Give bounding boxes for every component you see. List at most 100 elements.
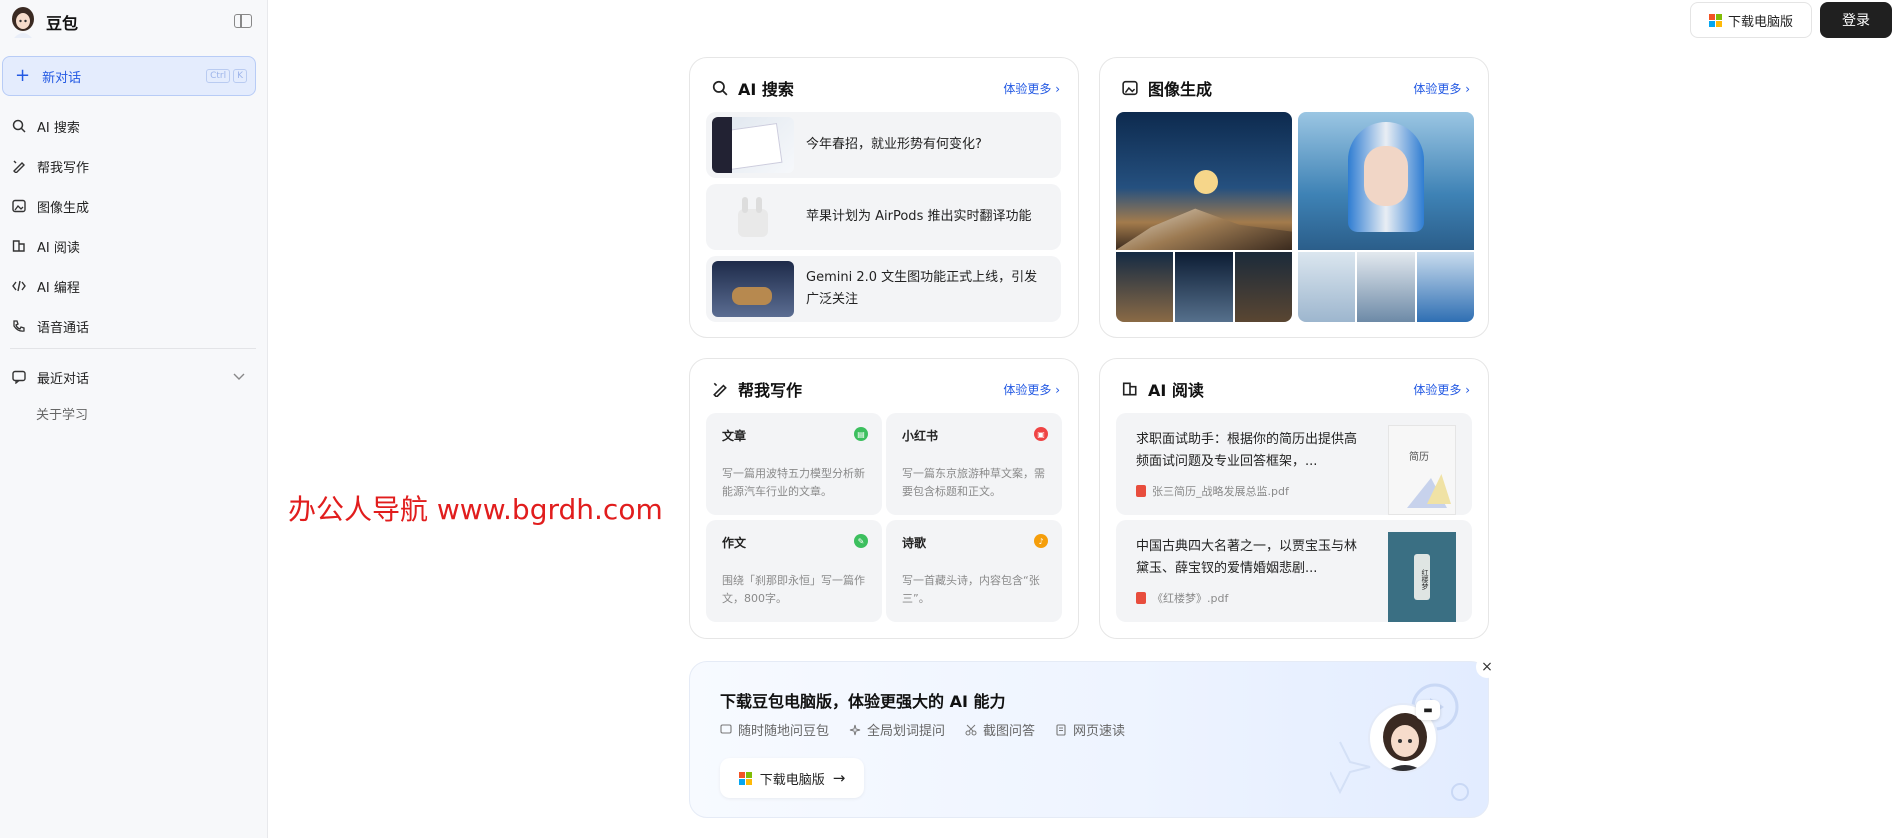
sidebar-item-label: AI 编程	[37, 280, 80, 296]
recent-chats-toggle[interactable]: 最近对话	[0, 357, 268, 397]
news-title: Gemini 2.0 文生图功能正式上线，引发广泛关注	[806, 270, 1038, 307]
writing-card: 帮我写作 体验更多 › 文章 ▤ 写一篇用波特五力模型分析新能源汽车行业的文章。…	[689, 358, 1079, 639]
writing-template-essay[interactable]: 作文 ✎ 围绕「刹那即永恒」写一篇作文，800字。	[706, 520, 882, 622]
news-item[interactable]: 今年春招，就业形势有何变化?	[706, 112, 1061, 178]
sample-image	[1175, 252, 1233, 322]
try-more-link[interactable]: 体验更多 ›	[1413, 80, 1470, 97]
image-gen-card: 图像生成 体验更多 ›	[1099, 57, 1489, 338]
resume-cover: 简历	[1388, 425, 1456, 515]
image-icon	[12, 199, 26, 213]
new-chat-button[interactable]: + 新对话 Ctrl K	[2, 56, 256, 96]
sidebar-item-reading[interactable]: AI 阅读	[0, 226, 268, 266]
shortcut-hint: Ctrl K	[206, 69, 247, 83]
image-sample-mountain-set[interactable]	[1116, 112, 1292, 322]
sample-image	[1417, 252, 1474, 322]
sidebar-item-coding[interactable]: AI 编程	[0, 266, 268, 306]
sidebar-nav: AI 搜索 帮我写作 图像生成 AI 阅读 AI 编程 语音通话	[0, 106, 268, 346]
writing-template-poem[interactable]: 诗歌 ♪ 写一首藏头诗，内容包含“张三”。	[886, 520, 1062, 622]
brand-name: 豆包	[46, 14, 79, 33]
banner-download-button[interactable]: 下载电脑版 →	[720, 758, 864, 798]
card-title: 图像生成	[1148, 80, 1213, 99]
download-desktop-button[interactable]: 下载电脑版	[1690, 2, 1812, 38]
pen-icon	[12, 159, 26, 173]
sidebar-toggle-icon[interactable]	[234, 14, 252, 28]
pdf-icon	[1136, 592, 1146, 604]
cover-label: 简历	[1409, 452, 1429, 463]
book-cover: 红楼梦	[1388, 532, 1456, 622]
template-desc: 写一首藏头诗，内容包含“张三”。	[902, 574, 1040, 605]
sidebar-item-label: 帮我写作	[37, 160, 90, 176]
ai-search-card: AI 搜索 体验更多 › 今年春招，就业形势有何变化? 苹果计划为 AirPod…	[689, 57, 1079, 338]
poem-badge-icon: ♪	[1034, 534, 1048, 548]
template-title: 诗歌	[902, 536, 927, 550]
feature-screenshot-qa: 截图问答	[965, 720, 1035, 739]
login-button[interactable]: 登录	[1820, 2, 1892, 38]
code-icon	[12, 279, 26, 293]
sidebar-item-writing[interactable]: 帮我写作	[0, 146, 268, 186]
news-item[interactable]: 苹果计划为 AirPods 推出实时翻译功能	[706, 184, 1061, 250]
sample-image	[1116, 112, 1292, 250]
try-more-link[interactable]: 体验更多 ›	[1413, 381, 1470, 398]
plus-icon: +	[15, 65, 31, 86]
news-title: 苹果计划为 AirPods 推出实时翻译功能	[806, 209, 1032, 224]
shortcut-key-k: K	[233, 69, 247, 83]
sidebar-divider	[10, 348, 256, 349]
windows-logo-icon	[738, 771, 752, 785]
book-icon	[12, 239, 26, 253]
sidebar-item-label: 图像生成	[37, 200, 90, 216]
sidebar-item-ai-search[interactable]: AI 搜索	[0, 106, 268, 146]
template-desc: 围绕「刹那即永恒」写一篇作文，800字。	[722, 574, 865, 605]
sample-image	[1298, 112, 1474, 250]
article-badge-icon: ▤	[854, 427, 868, 441]
reading-sample-hongloumeng[interactable]: 中国古典四大名著之一，以贾宝玉与林黛玉、薛宝钗的爱情婚姻悲剧... 《红楼梦》.…	[1116, 520, 1472, 622]
card-title: AI 搜索	[738, 80, 794, 99]
feature-ask-anywhere: 随时随地问豆包	[720, 720, 829, 739]
news-item[interactable]: Gemini 2.0 文生图功能正式上线，引发广泛关注	[706, 256, 1061, 322]
sample-image	[1298, 252, 1355, 322]
sparkle-icon	[849, 724, 861, 735]
ai-search-icon	[12, 119, 26, 133]
pdf-icon	[1136, 485, 1146, 497]
writing-template-xiaohongshu[interactable]: 小红书 ▣ 写一篇东京旅游种草文案，需要包含标题和正文。	[886, 413, 1062, 515]
card-header: 图像生成	[1122, 76, 1212, 100]
shortcut-key-ctrl: Ctrl	[206, 69, 231, 83]
reading-sample-resume[interactable]: 求职面试助手：根据你的简历出提供高频面试问题及专业回答框架，... 张三简历_战…	[1116, 413, 1472, 515]
sidebar-item-label: AI 阅读	[37, 240, 80, 256]
file-name: 张三简历_战略发展总监.pdf	[1136, 483, 1289, 499]
phone-icon	[12, 319, 26, 333]
sample-image	[1116, 252, 1173, 322]
download-label: 下载电脑版	[1727, 14, 1793, 30]
ai-search-icon	[712, 80, 728, 96]
brand[interactable]: 豆包	[10, 6, 78, 38]
sidebar-item-image[interactable]: 图像生成	[0, 186, 268, 226]
history-item[interactable]: 关于学习	[36, 404, 88, 423]
template-title: 小红书	[902, 429, 939, 443]
windows-logo-icon	[1708, 13, 1722, 27]
card-header: 帮我写作	[712, 377, 802, 401]
image-sample-portrait-set[interactable]	[1298, 112, 1474, 322]
chat-bubble-icon	[720, 723, 732, 734]
document-icon	[1056, 723, 1066, 736]
banner-features: 随时随地问豆包 全局划词提问 截图问答 网页速读	[720, 720, 1125, 739]
try-more-link[interactable]: 体验更多 ›	[1003, 80, 1060, 97]
feature-web-read: 网页速读	[1055, 720, 1125, 739]
sidebar: 豆包 + 新对话 Ctrl K AI 搜索 帮我写作 图像生成 AI 阅读 AI…	[0, 0, 268, 838]
scissors-icon	[965, 724, 977, 735]
news-thumbnail	[712, 261, 794, 317]
try-more-link[interactable]: 体验更多 ›	[1003, 381, 1060, 398]
cover-label: 红楼梦	[1414, 554, 1430, 600]
arrow-right-icon: →	[832, 769, 846, 787]
card-title: AI 阅读	[1148, 381, 1204, 400]
sample-image	[1235, 252, 1292, 322]
essay-badge-icon: ✎	[854, 534, 868, 548]
template-desc: 写一篇用波特五力模型分析新能源汽车行业的文章。	[722, 467, 865, 498]
ai-reading-card: AI 阅读 体验更多 › 求职面试助手：根据你的简历出提供高频面试问题及专业回答…	[1099, 358, 1489, 639]
pen-icon	[712, 381, 728, 397]
new-chat-label: 新对话	[42, 70, 82, 86]
banner-title: 下载豆包电脑版，体验更强大的 AI 能力	[720, 692, 1006, 711]
recent-chats-label: 最近对话	[37, 371, 90, 387]
xiaohongshu-badge-icon: ▣	[1034, 427, 1048, 441]
banner-close-icon[interactable]: ×	[1476, 656, 1498, 678]
sidebar-item-voice-call[interactable]: 语音通话	[0, 306, 268, 346]
writing-template-article[interactable]: 文章 ▤ 写一篇用波特五力模型分析新能源汽车行业的文章。	[706, 413, 882, 515]
